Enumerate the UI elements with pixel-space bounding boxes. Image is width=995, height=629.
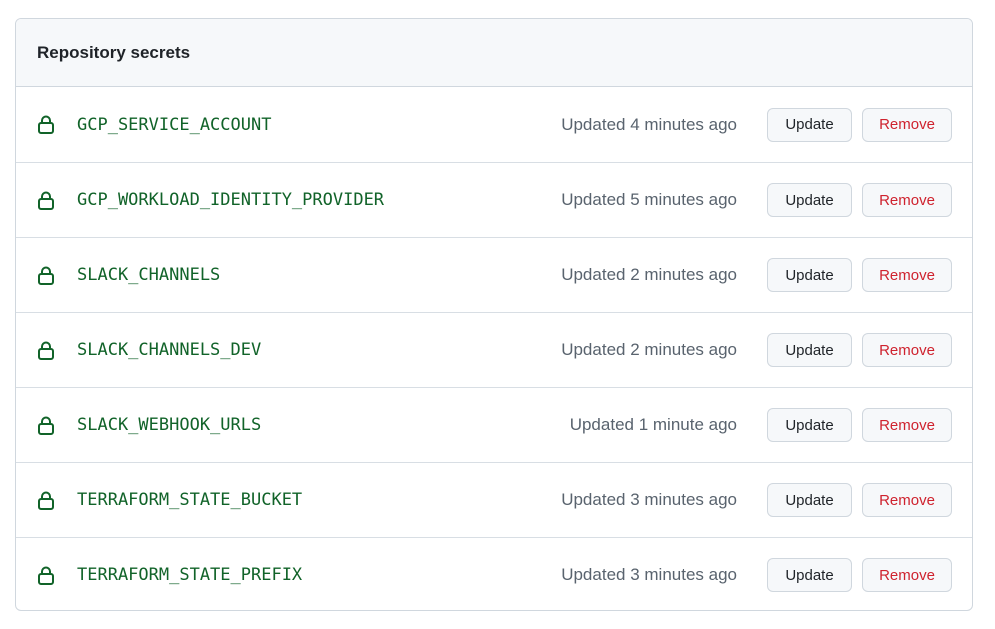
lock-icon [37,265,55,285]
secret-updated-time: Updated 2 minutes ago [561,340,737,359]
lock-icon [37,565,55,585]
secret-updated-time: Updated 4 minutes ago [561,114,737,134]
remove-button[interactable]: Remove [862,408,952,442]
secret-name: GCP_WORKLOAD_IDENTITY_PROVIDER [77,190,385,210]
remove-button[interactable]: Remove [862,258,952,292]
secret-row: SLACK_CHANNELS Updated 2 minutes ago Upd… [16,237,972,312]
secret-name: TERRAFORM_STATE_PREFIX [77,565,303,585]
update-button[interactable]: Update [767,483,852,517]
update-button[interactable]: Update [767,183,852,217]
remove-button[interactable]: Remove [862,183,952,217]
secret-row: SLACK_WEBHOOK_URLS Updated 1 minute ago … [16,387,972,462]
remove-button[interactable]: Remove [862,558,952,592]
section-title: Repository secrets [37,42,191,62]
secret-updated-time: Updated 5 minutes ago [561,190,737,209]
secret-row: TERRAFORM_STATE_PREFIX Updated 3 minutes… [16,537,972,610]
box-header: Repository secrets [16,19,972,87]
secret-name: GCP_SERVICE_ACCOUNT [77,114,272,135]
secret-row: SLACK_CHANNELS_DEV Updated 2 minutes ago… [16,312,972,387]
remove-button[interactable]: Remove [862,107,952,142]
secret-name: SLACK_CHANNELS_DEV [77,340,262,360]
remove-button[interactable]: Remove [862,333,952,367]
lock-icon [37,340,55,360]
lock-icon [37,115,55,135]
update-button[interactable]: Update [767,258,852,292]
secret-name: TERRAFORM_STATE_BUCKET [77,490,303,510]
remove-button[interactable]: Remove [862,483,952,517]
lock-icon [37,190,55,210]
secret-row: GCP_SERVICE_ACCOUNT Updated 4 minutes ag… [16,87,972,162]
lock-icon [37,415,55,435]
secret-updated-time: Updated 1 minute ago [569,415,737,434]
secret-name: SLACK_CHANNELS [77,265,221,285]
secret-row: TERRAFORM_STATE_BUCKET Updated 3 minutes… [16,462,972,537]
secret-name: SLACK_WEBHOOK_URLS [77,415,262,435]
secret-updated-time: Updated 2 minutes ago [561,265,737,284]
secrets-list: GCP_SERVICE_ACCOUNT Updated 4 minutes ag… [16,87,972,610]
update-button[interactable]: Update [767,408,852,442]
secret-updated-time: Updated 3 minutes ago [561,565,737,584]
update-button[interactable]: Update [767,107,852,142]
lock-icon [37,490,55,510]
update-button[interactable]: Update [767,333,852,367]
secret-updated-time: Updated 3 minutes ago [561,490,737,509]
update-button[interactable]: Update [767,558,852,592]
secret-row: GCP_WORKLOAD_IDENTITY_PROVIDER Updated 5… [16,162,972,237]
repository-secrets-box: Repository secrets GCP_SERVICE_ACCOUNT U… [15,18,973,611]
